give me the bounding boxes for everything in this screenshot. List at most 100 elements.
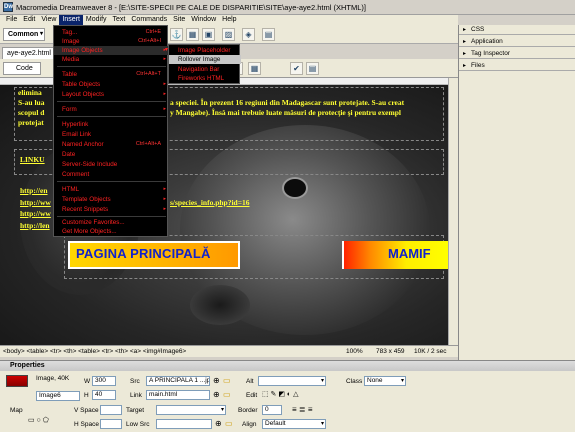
menu-item-image-objects[interactable]: Image Objects ▸: [54, 46, 169, 55]
code-view-button[interactable]: Code: [3, 62, 41, 75]
tag-selector[interactable]: <body> <table> <tr> <th> <table> <tr> <t…: [3, 348, 186, 355]
body-text: a speciei. În prezent 16 regiuni din Mad…: [170, 98, 405, 107]
submenu-fireworks-html[interactable]: Fireworks HTML: [169, 74, 241, 83]
menu-item-recent-snippets[interactable]: Recent Snippets ▸: [54, 205, 169, 214]
menu-view[interactable]: View: [38, 15, 59, 25]
submenu-rollover-image[interactable]: Rollover Image: [169, 55, 241, 64]
image-name-input[interactable]: Image6: [36, 391, 80, 401]
image-thumbnail-icon: [6, 375, 28, 387]
table-icon[interactable]: ▦: [186, 28, 199, 41]
border-input[interactable]: 0: [262, 405, 282, 415]
submenu-image-placeholder[interactable]: Image Placeholder: [169, 46, 241, 55]
point-to-file-icon[interactable]: ⊕: [213, 376, 220, 385]
menu-file[interactable]: File: [3, 15, 20, 25]
menu-modify[interactable]: Modify: [83, 15, 110, 25]
edit-image-tools-icon[interactable]: ⬚ ✎ ◩ ◐ △: [262, 390, 298, 398]
menu-separator: [57, 216, 166, 217]
menu-item-label: Hyperlink: [62, 121, 89, 128]
panel-css[interactable]: CSS: [459, 25, 575, 35]
menu-text[interactable]: Text: [110, 15, 129, 25]
hspace-input[interactable]: [100, 419, 122, 429]
media-icon[interactable]: ◈: [242, 28, 255, 41]
panel-group: CSS Application Tag Inspector Files: [458, 25, 575, 360]
target-select[interactable]: [156, 405, 226, 415]
menu-item-hyperlink[interactable]: Hyperlink: [54, 120, 169, 129]
align-select[interactable]: Default: [262, 419, 326, 429]
menu-item-html[interactable]: HTML ▸: [54, 185, 169, 194]
menu-item-media[interactable]: Media ▸: [54, 55, 169, 64]
vertical-scrollbar[interactable]: [448, 78, 458, 345]
panel-files[interactable]: Files: [459, 61, 575, 71]
external-link[interactable]: s/species_info.php?id=16: [170, 198, 250, 207]
point-to-link-icon[interactable]: ⊕: [213, 390, 220, 399]
menu-site[interactable]: Site: [170, 15, 188, 25]
body-text: y Mangabe). Însă mai trebuie luate măsur…: [170, 108, 401, 117]
menu-commands[interactable]: Commands: [128, 15, 170, 25]
menu-window[interactable]: Window: [188, 15, 219, 25]
menu-edit[interactable]: Edit: [20, 15, 38, 25]
height-input[interactable]: 40: [92, 390, 116, 400]
browse-link-folder-icon[interactable]: ▭: [223, 390, 231, 399]
link-input[interactable]: main.html: [146, 390, 210, 400]
alt-input[interactable]: [258, 376, 326, 386]
menu-item-image[interactable]: Image Ctrl+Alt+I: [54, 37, 169, 46]
submenu-navigation-bar[interactable]: Navigation Bar: [169, 65, 241, 74]
panel-tag-inspector[interactable]: Tag Inspector: [459, 49, 575, 59]
external-link[interactable]: http://ww: [20, 198, 51, 207]
insert-category-select[interactable]: Common: [3, 28, 45, 41]
image-icon[interactable]: ▨: [222, 28, 235, 41]
external-link[interactable]: http://en: [20, 186, 48, 195]
insert-menu: Tag... Ctrl+E Image Ctrl+Alt+I Image Objec…: [53, 25, 169, 237]
menu-item-customize-favorites[interactable]: Customize Favorites...: [54, 218, 169, 227]
menu-item-label: Layout Objects: [62, 91, 105, 98]
menu-item-label: HTML: [62, 186, 80, 193]
browse-lowsrc-folder-icon[interactable]: ▭: [225, 419, 233, 428]
layer-icon[interactable]: ▣: [202, 28, 215, 41]
menu-item-layout-objects[interactable]: Layout Objects ▸: [54, 90, 169, 99]
browser-check-icon[interactable]: ▤: [306, 62, 319, 75]
vspace-input[interactable]: [100, 405, 122, 415]
image-objects-submenu: Image Placeholder Rollover Image Navigat…: [168, 44, 241, 84]
external-link[interactable]: http://len: [20, 221, 50, 230]
browse-folder-icon[interactable]: ▭: [223, 376, 231, 385]
validate-icon[interactable]: ✔: [290, 62, 303, 75]
menu-item-email-link[interactable]: Email Link: [54, 130, 169, 139]
low-src-input[interactable]: [156, 419, 212, 429]
visual-aids-icon[interactable]: ▦: [248, 62, 261, 75]
properties-header[interactable]: Properties: [0, 361, 575, 371]
class-select[interactable]: None: [364, 376, 406, 386]
menu-item-label: Media: [62, 56, 80, 63]
named-anchor-icon[interactable]: ⚓: [170, 28, 183, 41]
menu-item-named-anchor[interactable]: Named Anchor Ctrl+Alt+A: [54, 140, 169, 149]
shortcut: Ctrl+Alt+T: [136, 71, 161, 77]
point-to-lowsrc-icon[interactable]: ⊕: [215, 419, 222, 428]
menu-item-ssi[interactable]: Server-Side Include: [54, 160, 169, 169]
mammals-button[interactable]: MAMIF: [342, 241, 448, 269]
window-size[interactable]: 783 x 459: [376, 348, 405, 355]
menu-separator: [57, 66, 166, 67]
menu-item-label: Recent Snippets: [62, 206, 109, 213]
menu-item-template-objects[interactable]: Template Objects ▸: [54, 195, 169, 204]
menu-item-label: Email Link: [62, 131, 92, 138]
template-icon[interactable]: ▤: [262, 28, 275, 41]
menu-item-tag[interactable]: Tag... Ctrl+E: [54, 28, 169, 37]
menu-item-table-objects[interactable]: Table Objects ▸: [54, 80, 169, 89]
submenu-arrow-icon: ▸: [163, 47, 166, 53]
vspace-label: V Space: [74, 407, 99, 414]
home-page-button[interactable]: PAGINA PRINCIPALĂ: [68, 241, 240, 269]
menu-item-comment[interactable]: Comment: [54, 170, 169, 179]
menu-help[interactable]: Help: [219, 15, 239, 25]
external-link[interactable]: http://ww: [20, 209, 51, 218]
menu-item-table[interactable]: Table Ctrl+Alt+T: [54, 70, 169, 79]
panel-application[interactable]: Application: [459, 37, 575, 47]
align-buttons-icon[interactable]: ≡ ≣ ≡: [292, 405, 312, 414]
menu-insert[interactable]: Insert: [59, 15, 83, 25]
menu-item-get-more-objects[interactable]: Get More Objects...: [54, 227, 169, 236]
menu-item-date[interactable]: Date: [54, 150, 169, 159]
menu-item-form[interactable]: Form ▸: [54, 105, 169, 114]
zoom-select[interactable]: 100%: [346, 348, 363, 355]
width-input[interactable]: 300: [92, 376, 116, 386]
src-input[interactable]: A PRINCIPALA 1 ...jpg: [146, 376, 210, 386]
menu-separator: [57, 181, 166, 182]
hotspot-tools-icon[interactable]: ▭ ○ ⬠: [28, 416, 49, 424]
